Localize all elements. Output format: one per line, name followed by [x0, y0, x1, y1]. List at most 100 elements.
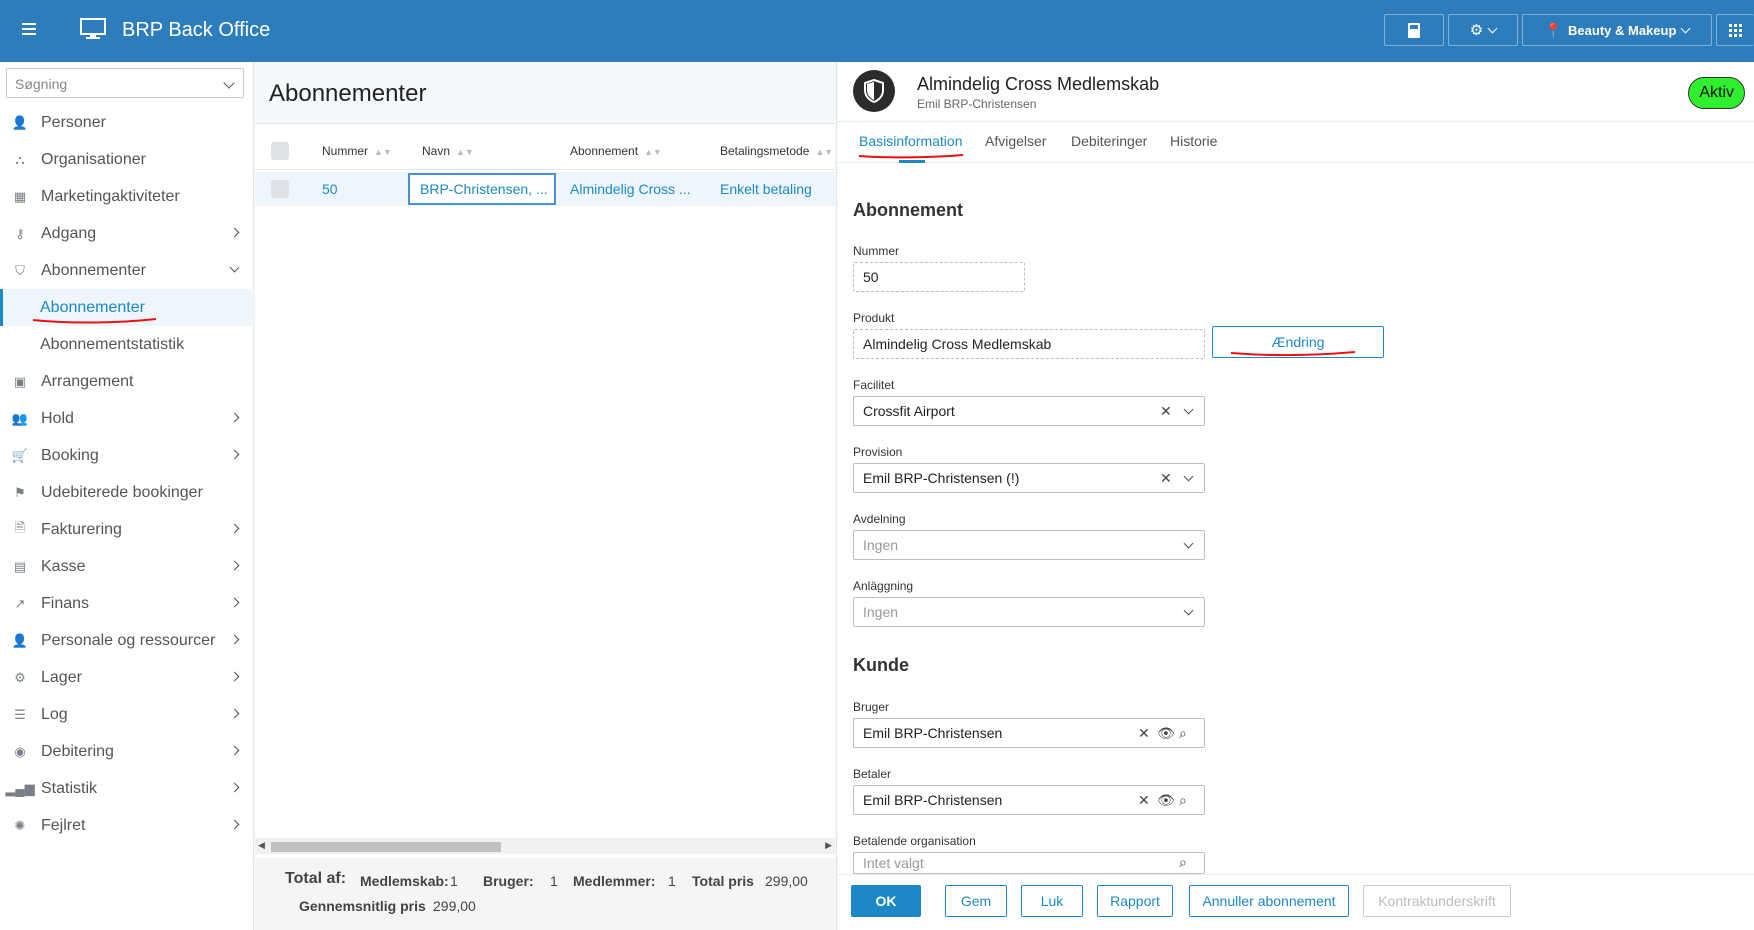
sort-icon: ▲▼: [456, 147, 474, 157]
avdelning-select[interactable]: Ingen: [853, 530, 1205, 560]
totalpris-value: 299,00: [765, 873, 808, 889]
betalende-organisation-field[interactable]: Intet valgt ⌕: [853, 852, 1205, 874]
sidebar-item-marketing[interactable]: ▦ Marketingaktiviteter: [0, 178, 254, 215]
chevron-down-icon[interactable]: [1183, 538, 1194, 549]
eye-icon[interactable]: 👁: [1157, 725, 1175, 742]
sidebar-item-lager[interactable]: ⚙ Lager: [0, 659, 254, 696]
eye-icon[interactable]: 👁: [1157, 792, 1175, 809]
detail-subtitle: Emil BRP-Christensen: [917, 97, 1037, 111]
key-icon: ⚷: [15, 225, 25, 241]
sidebar-item-finans[interactable]: ↗ Finans: [0, 585, 254, 622]
list-icon: ☰: [14, 706, 26, 722]
cancel-subscription-button[interactable]: Annuller abonnement: [1189, 885, 1349, 917]
betaler-field[interactable]: Emil BRP-Christensen ✕ 👁 ⌕: [853, 785, 1205, 815]
sidebar-item-udebiterede[interactable]: ⚑ Udebiterede bookinger: [0, 474, 254, 511]
table-row[interactable]: 50 BRP-Christensen, ... Almindelig Cross…: [255, 172, 835, 206]
monitor-icon: [80, 18, 106, 39]
clear-icon[interactable]: ✕: [1160, 470, 1172, 487]
change-button-label: Ændring: [1271, 334, 1325, 350]
chevron-down-icon[interactable]: [1183, 404, 1194, 415]
column-header-betalingsmetode[interactable]: Betalingsmetode ▲▼: [720, 144, 833, 158]
tab-debiteringer[interactable]: Debiteringer: [1071, 133, 1147, 149]
column-header-navn[interactable]: Navn ▲▼: [422, 144, 474, 158]
sidebar-item-organisationer[interactable]: ⛬ Organisationer: [0, 141, 254, 178]
sidebar-item-label: Personale og ressourcer: [41, 631, 216, 649]
clear-icon[interactable]: ✕: [1160, 403, 1172, 420]
report-button[interactable]: Rapport: [1097, 885, 1173, 917]
bruger-value: Emil BRP-Christensen: [863, 725, 1003, 741]
column-header-nummer[interactable]: Nummer ▲▼: [322, 144, 392, 158]
cell-nummer[interactable]: 50: [322, 181, 338, 197]
location-dropdown-button[interactable]: 📍 Beauty & Makeup: [1522, 14, 1712, 46]
active-tab-indicator: [899, 160, 925, 163]
sidebar-item-abonnementstatistik[interactable]: Abonnementstatistik: [0, 326, 254, 363]
column-header-abonnement[interactable]: Abonnement ▲▼: [570, 144, 662, 158]
org-chart-icon: ⛬: [15, 151, 25, 167]
sidebar-item-statistik[interactable]: ▂▄▆ Statistik: [0, 770, 254, 807]
search-icon[interactable]: ⌕: [1179, 792, 1187, 809]
medlemskab-label: Medlemskab:: [360, 873, 449, 889]
menu-icon[interactable]: [22, 23, 36, 37]
horizontal-scrollbar[interactable]: ◀ ▶: [255, 838, 835, 854]
anlaggning-select[interactable]: Ingen: [853, 597, 1205, 627]
scroll-right-icon[interactable]: ▶: [825, 840, 832, 851]
sidebar-item-personer[interactable]: 👤 Personer: [0, 104, 254, 141]
bruger-label: Bruger:: [483, 873, 534, 889]
sidebar-item-abonnementer-group[interactable]: ⛉ Abonnementer: [0, 252, 254, 289]
search-icon[interactable]: ⌕: [1179, 725, 1187, 742]
anlaggning-placeholder: Ingen: [863, 604, 899, 620]
provision-select[interactable]: Emil BRP-Christensen (!) ✕: [853, 463, 1205, 493]
subscription-avatar: [853, 70, 895, 112]
scroll-left-icon[interactable]: ◀: [258, 840, 265, 851]
sidebar-item-arrangement[interactable]: ▣ Arrangement: [0, 363, 254, 400]
location-pin-icon: 📍: [1544, 21, 1563, 38]
row-checkbox[interactable]: [271, 180, 289, 198]
sidebar-item-abonnementer[interactable]: Abonnementer: [0, 289, 254, 326]
betorg-placeholder: Intet valgt: [863, 855, 924, 871]
close-button[interactable]: Luk: [1021, 885, 1083, 917]
sidebar-item-label: Kasse: [41, 557, 86, 575]
search-icon[interactable]: ⌕: [1179, 854, 1187, 871]
clear-icon[interactable]: ✕: [1138, 792, 1150, 809]
sidebar-item-hold[interactable]: 👥 Hold: [0, 400, 254, 437]
cell-betalingsmetode[interactable]: Enkelt betaling: [720, 181, 832, 197]
sidebar-item-fejlret[interactable]: ✺ Fejlret: [0, 807, 254, 844]
cell-abonnement[interactable]: Almindelig Cross ...: [570, 181, 710, 197]
tab-afvigelser[interactable]: Afvigelser: [985, 133, 1046, 149]
facilitet-select[interactable]: Crossfit Airport ✕: [853, 396, 1205, 426]
chevron-down-icon[interactable]: [1183, 605, 1194, 616]
ok-button[interactable]: OK: [851, 885, 921, 917]
betaler-value: Emil BRP-Christensen: [863, 792, 1003, 808]
list-header: Abonnementer: [255, 62, 835, 124]
detail-tabs: Basisinformation Afvigelser Debiteringer…: [837, 123, 1754, 163]
settings-dropdown-button[interactable]: ⚙: [1448, 14, 1518, 46]
snit-label: Gennemsnitlig pris: [299, 898, 426, 914]
tab-historie[interactable]: Historie: [1170, 133, 1217, 149]
sidebar-item-fakturering[interactable]: 🗎 Fakturering: [0, 511, 254, 548]
sidebar-item-adgang[interactable]: ⚷ Adgang: [0, 215, 254, 252]
bruger-field[interactable]: Emil BRP-Christensen ✕ 👁 ⌕: [853, 718, 1205, 748]
cart-icon: 🛒: [11, 447, 29, 463]
sidebar-item-label: Finans: [41, 594, 90, 612]
save-button[interactable]: Gem: [945, 885, 1007, 917]
cell-navn[interactable]: BRP-Christensen, ...: [408, 173, 556, 205]
select-all-checkbox[interactable]: [271, 142, 289, 160]
list-totals: Total af: Medlemskab: 1 Bruger: 1 Medlem…: [255, 858, 835, 930]
sidebar-item-kasse[interactable]: ▤ Kasse: [0, 548, 254, 585]
contract-signature-button: Kontraktunderskrift: [1363, 885, 1511, 917]
sidebar-item-booking[interactable]: 🛒 Booking: [0, 437, 254, 474]
sidebar-item-debitering[interactable]: ◉ Debitering: [0, 733, 254, 770]
field-label-betaler: Betaler: [853, 767, 892, 781]
sidebar-item-log[interactable]: ☰ Log: [0, 696, 254, 733]
apps-grid-button[interactable]: [1716, 14, 1754, 46]
chevron-down-icon[interactable]: [1183, 471, 1194, 482]
chevron-down-icon: [229, 262, 240, 273]
sidebar-item-personale[interactable]: 👤 Personale og ressourcer: [0, 622, 254, 659]
search-dropdown[interactable]: Søgning: [6, 68, 244, 98]
scrollbar-thumb[interactable]: [271, 842, 501, 852]
change-product-button[interactable]: Ændring: [1212, 326, 1384, 358]
field-label-avdelning: Avdelning: [853, 512, 906, 526]
calculator-button[interactable]: [1384, 14, 1444, 46]
tab-basisinformation[interactable]: Basisinformation: [859, 133, 963, 149]
clear-icon[interactable]: ✕: [1138, 725, 1150, 742]
